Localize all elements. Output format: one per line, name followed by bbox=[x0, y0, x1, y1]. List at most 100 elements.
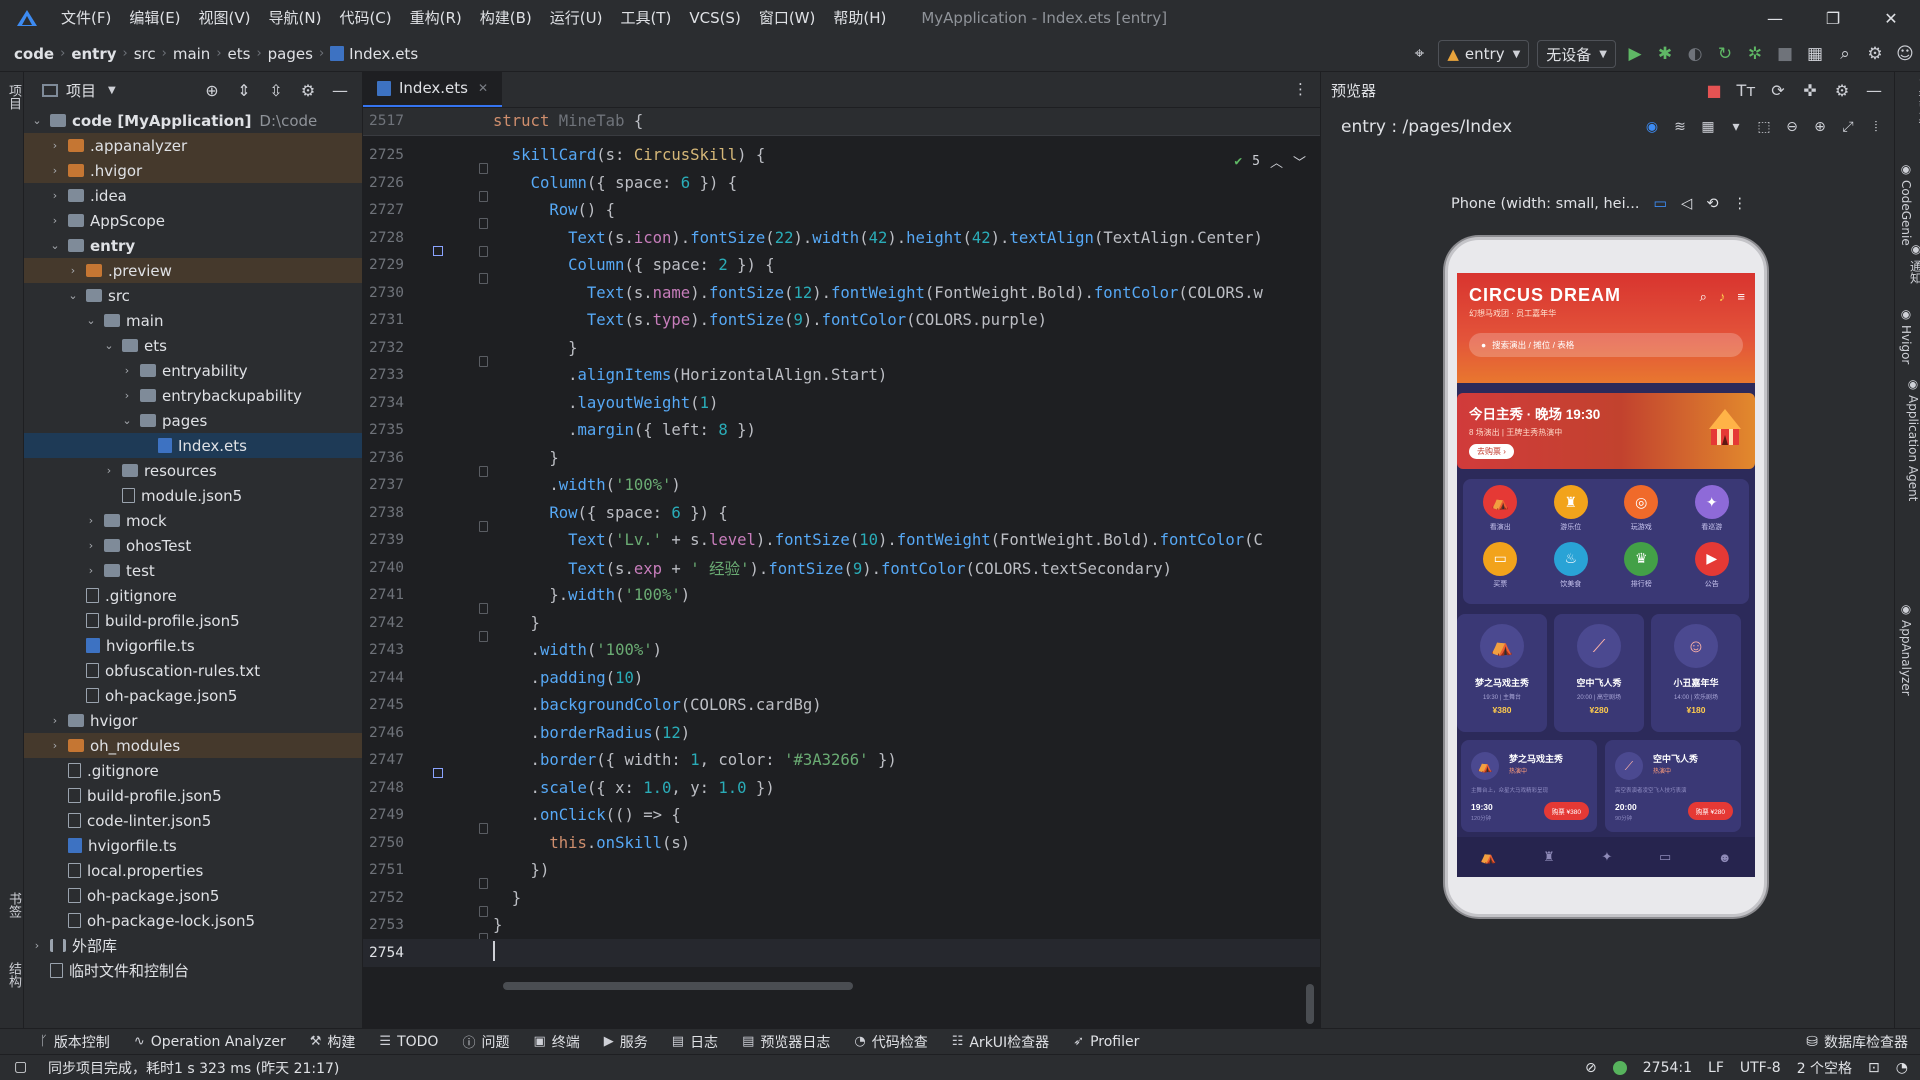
search-icon[interactable]: ⌕ bbox=[1700, 289, 1707, 305]
tree-item[interactable]: › hvigor bbox=[24, 708, 362, 733]
show-card[interactable]: ⟋ 空中飞人秀 20:00 | 高空剧场 ¥280 bbox=[1554, 614, 1644, 732]
tree-item[interactable]: build-profile.json5 bbox=[24, 783, 362, 808]
app-tab-icon[interactable]: ♜ bbox=[1543, 849, 1555, 865]
tree-item[interactable]: › oh_modules bbox=[24, 733, 362, 758]
app-tab-icon[interactable]: ▭ bbox=[1659, 849, 1671, 865]
tree-item[interactable]: hvigorfile.ts bbox=[24, 633, 362, 658]
chevron-right-icon[interactable]: › bbox=[48, 739, 62, 752]
breadcrumb-item[interactable]: src bbox=[134, 45, 156, 63]
chevron-down-icon[interactable]: ⌄ bbox=[48, 239, 62, 252]
code-line[interactable]: 2749 .onClick(() => { bbox=[363, 802, 1320, 835]
tool-window-button[interactable]: ⚒ 构建 bbox=[310, 1032, 356, 1052]
skill-item[interactable]: ◎ 玩游戏 bbox=[1606, 485, 1677, 542]
right-tool-button[interactable]: ◉预览器 bbox=[1899, 72, 1920, 126]
stop-icon[interactable]: ■ bbox=[1770, 39, 1800, 69]
caret-position[interactable]: 2754:1 bbox=[1643, 1060, 1692, 1076]
settings-gear-icon[interactable]: ⚙ bbox=[1826, 81, 1858, 100]
zoom-out-icon[interactable]: ⊖ bbox=[1778, 119, 1806, 135]
tool-window-button[interactable]: ▣ 终端 bbox=[533, 1032, 579, 1052]
chevron-down-icon[interactable]: ⌄ bbox=[120, 414, 134, 427]
panel-toggle-icon[interactable]: ▢ bbox=[14, 1059, 27, 1075]
tool-window-button[interactable]: ➶ Profiler bbox=[1073, 1032, 1139, 1052]
code-line[interactable]: 2742 } bbox=[363, 609, 1320, 642]
tool-window-button[interactable]: ▤ 日志 bbox=[672, 1032, 718, 1052]
tree-item[interactable]: ⌄ main bbox=[24, 308, 362, 333]
app-search-bar[interactable]: ● 搜索演出 / 摊位 / 表格 bbox=[1469, 333, 1743, 357]
close-button[interactable]: ✕ bbox=[1862, 0, 1920, 36]
menu-item[interactable]: 工具(T) bbox=[611, 0, 680, 36]
indent-setting[interactable]: 2 个空格 bbox=[1797, 1058, 1852, 1078]
device-manager-icon[interactable]: ▦ bbox=[1800, 39, 1830, 69]
code-line[interactable]: 2726 Column({ space: 6 }) { bbox=[363, 169, 1320, 202]
rotate-icon[interactable]: ⟲ bbox=[1706, 196, 1718, 212]
tree-item[interactable]: › .preview bbox=[24, 258, 362, 283]
font-size-icon[interactable]: Tт bbox=[1730, 81, 1762, 100]
database-inspector-button[interactable]: ⛁ 数据库检查器 bbox=[1806, 1032, 1908, 1052]
ruler-icon[interactable]: ⦙ bbox=[1862, 119, 1890, 135]
structure-tool-button[interactable]: 结构 bbox=[4, 962, 23, 988]
tree-item[interactable]: oh-package-lock.json5 bbox=[24, 908, 362, 933]
menu-item[interactable]: 编辑(E) bbox=[120, 0, 189, 36]
skill-item[interactable]: ⛺ 看演出 bbox=[1465, 485, 1536, 542]
fit-screen-icon[interactable]: ⤢ bbox=[1834, 119, 1862, 135]
code-line[interactable]: 2743 .width('100%') bbox=[363, 637, 1320, 665]
buy-button[interactable]: 购票 ¥380 bbox=[1543, 802, 1589, 820]
tree-item[interactable]: › .appanalyzer bbox=[24, 133, 362, 158]
tree-item[interactable]: .gitignore bbox=[24, 583, 362, 608]
show-card[interactable]: ⛺ 梦之马戏主秀 19:30 | 主舞台 ¥380 bbox=[1457, 614, 1547, 732]
ticket-card[interactable]: ⛺ 梦之马戏主秀 热演中 主舞台上，众星大马戏精彩呈现 19:30 120分钟 购票 ¥38… bbox=[1461, 740, 1597, 832]
zoom-in-icon[interactable]: ⊕ bbox=[1806, 119, 1834, 135]
more-options-icon[interactable]: ⋮ bbox=[1732, 196, 1747, 212]
menu-item[interactable]: 文件(F) bbox=[52, 0, 120, 36]
run-icon[interactable]: ▶ bbox=[1620, 39, 1650, 69]
code-line[interactable]: 2739 Text('Lv.' + s.level).fontSize(10).… bbox=[363, 527, 1320, 555]
tree-item[interactable]: Index.ets bbox=[24, 433, 362, 458]
project-panel-title[interactable]: 项目 bbox=[66, 80, 96, 101]
code-line[interactable]: 2754 bbox=[363, 939, 1320, 967]
breadcrumb-item[interactable]: main bbox=[173, 45, 210, 63]
right-tool-button[interactable]: ◉问题检测 bbox=[1899, 512, 1920, 578]
tree-item[interactable]: › .idea bbox=[24, 183, 362, 208]
code-line[interactable]: 2738 Row({ space: 6 }) { bbox=[363, 499, 1320, 532]
stop-preview-icon[interactable]: ■ bbox=[1698, 81, 1730, 100]
code-line[interactable]: 2748 .scale({ x: 1.0, y: 1.0 }) bbox=[363, 774, 1320, 802]
bookmarks-tool-button[interactable]: 书签 bbox=[4, 892, 23, 918]
skill-item[interactable]: ▶ 公告 bbox=[1677, 541, 1748, 599]
back-icon[interactable]: ◁ bbox=[1681, 196, 1692, 212]
tree-item[interactable]: module.json5 bbox=[24, 483, 362, 508]
attach-debugger-icon[interactable]: ◐ bbox=[1680, 39, 1710, 69]
bell-icon[interactable]: ♪ bbox=[1719, 289, 1726, 305]
lock-icon[interactable]: ⊡ bbox=[1868, 1060, 1880, 1076]
chevron-right-icon[interactable]: › bbox=[48, 189, 62, 202]
collapse-all-icon[interactable]: ⇳ bbox=[260, 81, 292, 100]
code-line[interactable]: 2735 .margin({ left: 8 }) bbox=[363, 417, 1320, 445]
code-area[interactable]: 2517 struct MineTab { ✔ 5 ︿ ﹀ 2725 skill… bbox=[363, 108, 1320, 1008]
debug-icon[interactable]: ✱ bbox=[1650, 39, 1680, 69]
menu-item[interactable]: 帮助(H) bbox=[824, 0, 895, 36]
tree-item[interactable]: obfuscation-rules.txt bbox=[24, 658, 362, 683]
breadcrumb-item[interactable]: code bbox=[14, 45, 54, 63]
vertical-scrollbar[interactable] bbox=[1306, 984, 1314, 1024]
eye-icon[interactable]: ◉ bbox=[1638, 119, 1666, 135]
tree-item[interactable]: › .hvigor bbox=[24, 158, 362, 183]
today-show-banner[interactable]: 今日主秀 · 晚场 19:30 8 场演出 | 王牌主秀热演中 去购票 › bbox=[1457, 393, 1755, 469]
skill-item[interactable]: ♜ 游乐位 bbox=[1536, 485, 1607, 542]
tree-item[interactable]: ⌄ ets bbox=[24, 333, 362, 358]
tree-item[interactable]: › entrybackupability bbox=[24, 383, 362, 408]
tree-item[interactable]: › 外部库 bbox=[24, 933, 362, 958]
app-tab-icon[interactable]: ✦ bbox=[1601, 849, 1612, 865]
no-power-icon[interactable]: ⊘ bbox=[1585, 1060, 1597, 1076]
tree-item[interactable]: ⌄ pages bbox=[24, 408, 362, 433]
skill-item[interactable]: ♨ 饮美食 bbox=[1536, 541, 1607, 599]
app-tab-icon[interactable]: ☻ bbox=[1718, 850, 1732, 865]
tool-window-button[interactable]: ⓘ 问题 bbox=[462, 1032, 509, 1052]
tree-item[interactable]: oh-package.json5 bbox=[24, 683, 362, 708]
tab-index-ets[interactable]: Index.ets ✕ bbox=[363, 71, 503, 107]
breadcrumb-item[interactable]: pages bbox=[268, 45, 313, 63]
tree-item[interactable]: hvigorfile.ts bbox=[24, 833, 362, 858]
chevron-right-icon[interactable]: › bbox=[30, 939, 44, 952]
code-line[interactable]: 2734 .layoutWeight(1) bbox=[363, 389, 1320, 417]
tree-item[interactable]: build-profile.json5 bbox=[24, 608, 362, 633]
chevron-down-icon[interactable]: ▾ bbox=[1722, 119, 1750, 135]
refresh-icon[interactable]: ⟳ bbox=[1762, 81, 1794, 100]
